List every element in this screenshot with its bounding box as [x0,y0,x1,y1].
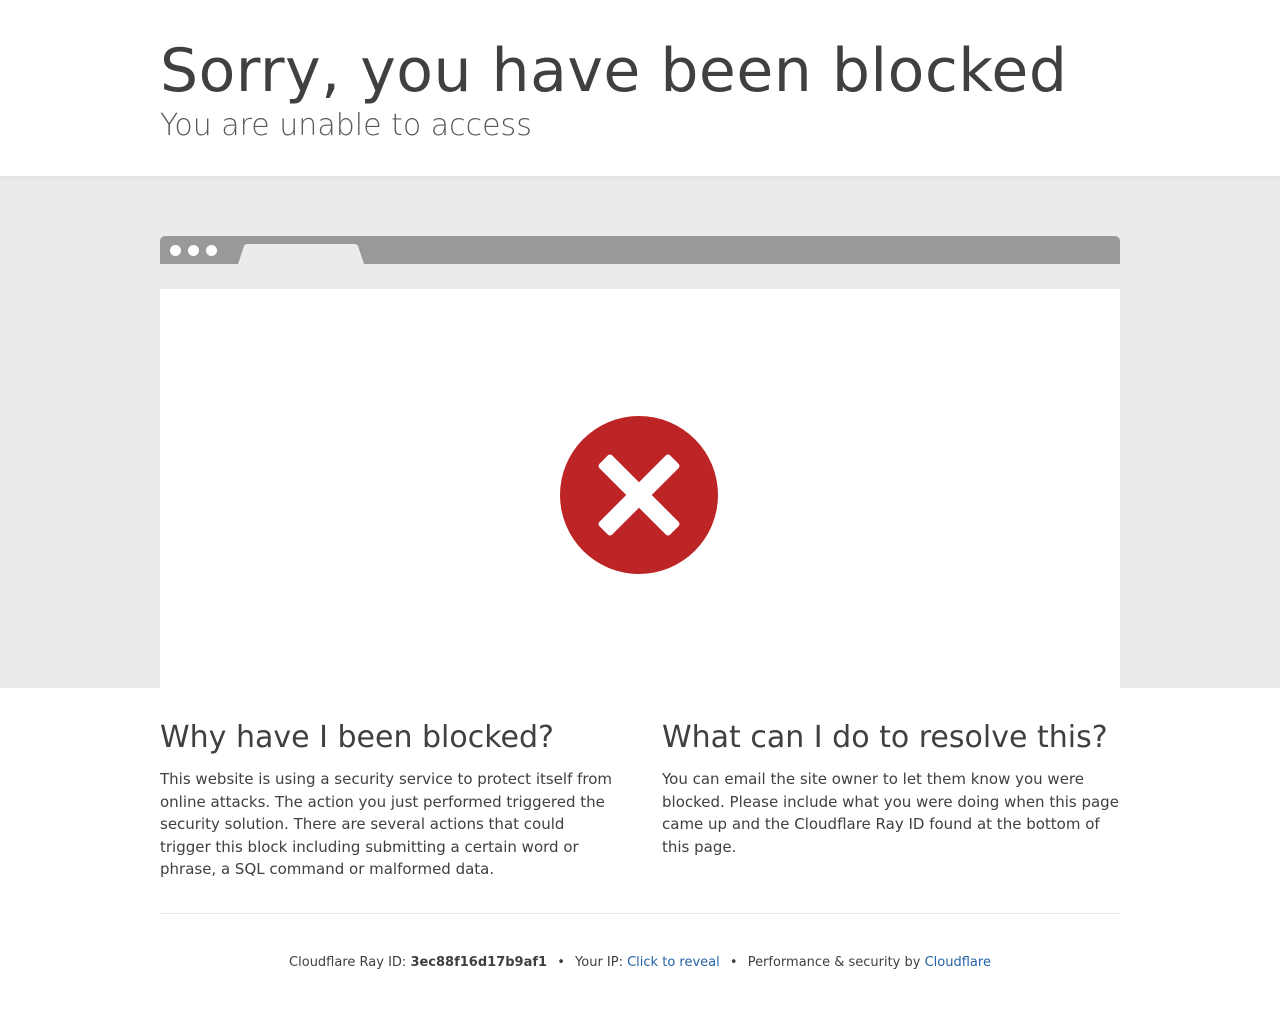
page-header: Sorry, you have been blocked You are una… [0,0,1280,176]
window-dot [170,245,181,256]
resolve-section: What can I do to resolve this? You can e… [662,720,1120,881]
browser-illustration [160,236,1120,689]
cloudflare-link[interactable]: Cloudflare [925,955,991,970]
browser-tab [238,244,364,264]
window-dot [188,245,199,256]
footer: Cloudflare Ray ID: 3ec88f16d17b9af1 • Yo… [0,955,1280,970]
illustration-band [0,176,1280,689]
ip-label: Your IP: [575,954,623,970]
browser-title-bar [160,236,1120,264]
ray-id-value: 3ec88f16d17b9af1 [410,954,548,970]
footer-separator: • [557,954,565,970]
why-blocked-section: Why have I been blocked? This website is… [160,720,618,881]
why-heading: Why have I been blocked? [160,720,554,755]
reveal-ip-link[interactable]: Click to reveal [627,955,720,970]
browser-viewport [160,289,1120,689]
footer-divider [160,912,1120,914]
page-title: Sorry, you have been blocked [160,36,1068,106]
ray-id-label: Cloudflare Ray ID: [289,954,407,970]
why-body: This website is using a security service… [160,770,613,878]
error-x-circle-icon [560,416,718,574]
footer-separator: • [729,954,738,970]
info-columns: Why have I been blocked? This website is… [160,688,1120,881]
window-dot [206,245,217,256]
resolve-body: You can email the site owner to let them… [662,770,1119,856]
performance-label: Performance & security by [747,954,921,970]
page-subtitle: You are unable to access [160,108,532,143]
resolve-heading: What can I do to resolve this? [662,720,1108,755]
